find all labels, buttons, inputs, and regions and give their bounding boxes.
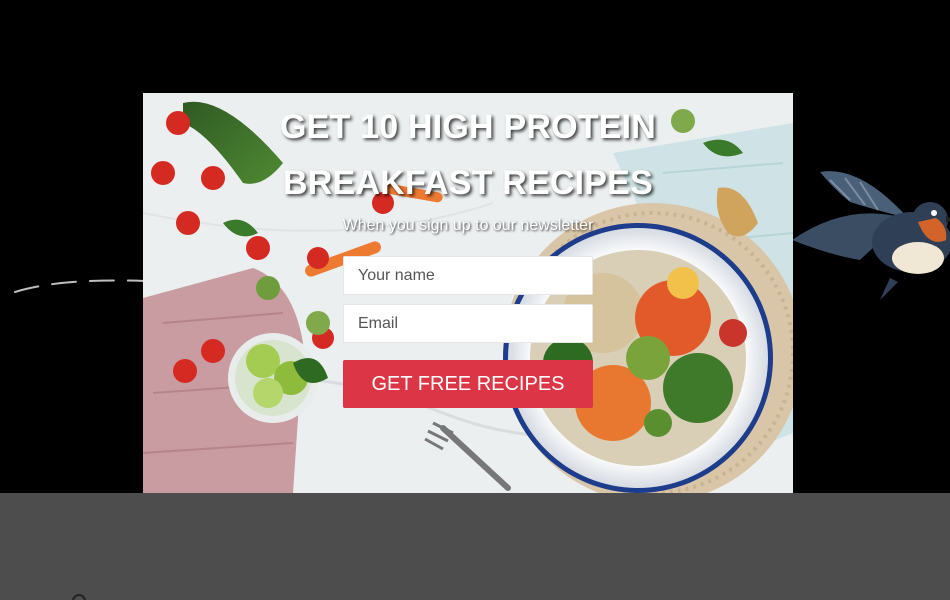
flight-path-decoration (14, 279, 146, 293)
popup-form: GET 10 HIGH PROTEIN BREAKFAST RECIPES Wh… (143, 93, 793, 493)
headline-line-1: GET 10 HIGH PROTEIN (280, 108, 656, 146)
newsletter-popup: GET 10 HIGH PROTEIN BREAKFAST RECIPES Wh… (143, 93, 793, 493)
popup-headline: GET 10 HIGH PROTEIN BREAKFAST RECIPES (143, 99, 793, 211)
popup-subtext: When you sign up to our newsletter (342, 217, 594, 234)
headline-line-2: BREAKFAST RECIPES (283, 164, 653, 202)
page-footer-area (0, 493, 950, 600)
get-free-recipes-button[interactable]: GET FREE RECIPES (343, 360, 593, 408)
swallow-bird-illustration (792, 171, 950, 300)
email-input[interactable] (343, 304, 593, 343)
name-input[interactable] (343, 256, 593, 295)
